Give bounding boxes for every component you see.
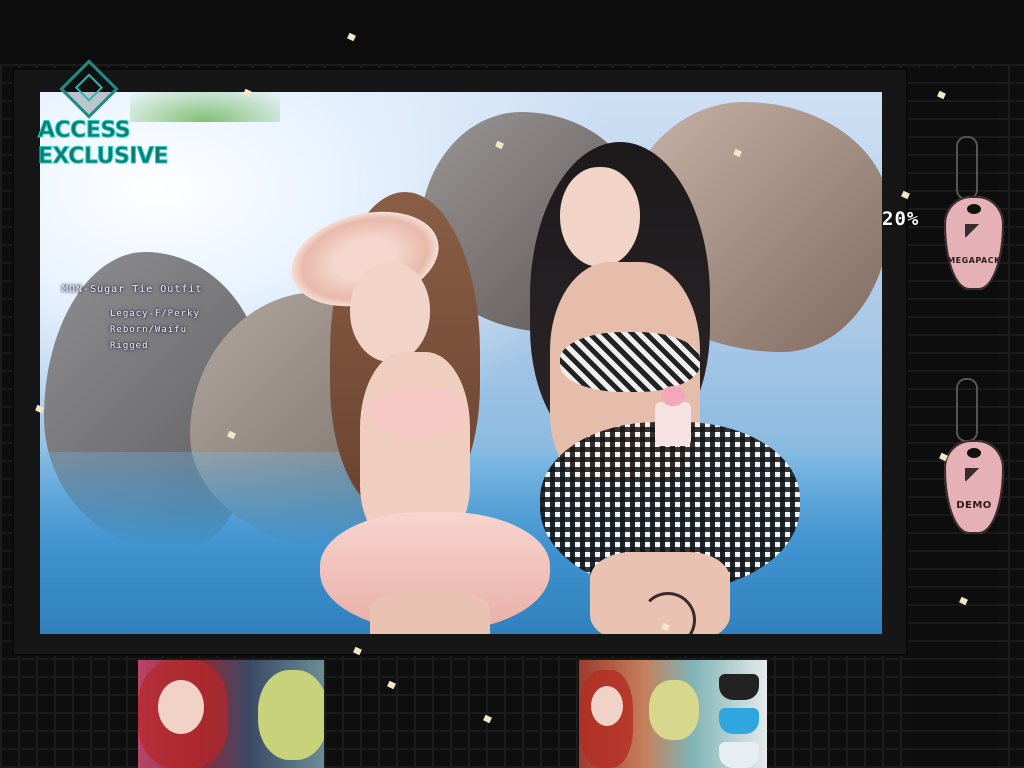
top-band [0, 0, 1024, 64]
tag-hole [967, 448, 981, 458]
right-pegboard-strip [912, 68, 998, 768]
hair [649, 680, 699, 740]
diamond-icon [59, 59, 119, 119]
legs [370, 592, 490, 634]
poster-image[interactable] [40, 92, 882, 634]
brand-mark-icon [965, 468, 983, 486]
thumbnail-1[interactable] [138, 660, 324, 768]
skirt-swatch-blue [719, 708, 759, 734]
clip-icon [956, 378, 978, 442]
head [560, 167, 640, 267]
discount-badge: 20% [882, 208, 920, 230]
drink-cup [655, 386, 691, 446]
tag-hole [967, 204, 981, 214]
demo-label: DEMO [956, 500, 992, 511]
cup-topper [661, 386, 685, 406]
thumbnail-2[interactable] [579, 660, 767, 768]
face [591, 686, 623, 726]
product-detail: Reborn/Waifu [110, 325, 188, 335]
skirt-swatch-white [719, 742, 759, 768]
palm-foliage [130, 92, 280, 122]
megapack-label: MEGAPACK [947, 256, 1001, 265]
skirt-swatch-black [719, 674, 759, 700]
logo-line-1: ACCESS [38, 118, 132, 144]
product-detail: Rigged [110, 341, 149, 351]
product-detail: Legacy-F/Perky [110, 309, 200, 319]
logo-line-2: EXCLUSIVE [38, 144, 170, 170]
product-title: MON-Sugar Tie Outfit [62, 284, 203, 295]
clip-icon [956, 136, 978, 200]
gingham-top [560, 332, 700, 392]
brand-mark-icon [965, 224, 983, 242]
hair [258, 670, 324, 760]
bikini-top [368, 387, 468, 437]
head [350, 262, 430, 362]
face [158, 680, 204, 734]
model-right [480, 122, 860, 634]
access-exclusive-logo: ACCESS EXCLUSIVE [38, 59, 170, 176]
